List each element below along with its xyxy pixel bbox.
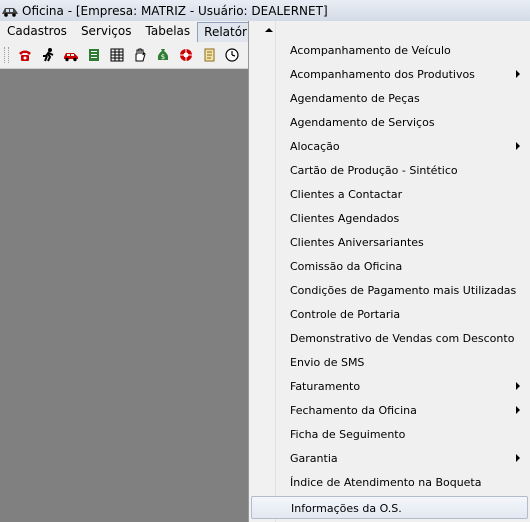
menu-item-agendamento-pecas[interactable]: Agendamento de Peças [251, 87, 528, 110]
document-icon[interactable] [84, 45, 103, 65]
relatorios-dropdown-menu: Acompanhamento de Veículo Acompanhamento… [248, 21, 530, 522]
window-title: Oficina - [Empresa: MATRIZ - Usuário: DE… [22, 3, 328, 18]
menu-item-label: Clientes Agendados [290, 212, 400, 225]
menu-item-label: Clientes a Contactar [290, 188, 403, 201]
submenu-arrow-icon [516, 382, 520, 390]
menu-item-label: Comissão da Oficina [290, 260, 403, 273]
menu-item-clientes-aniversariantes[interactable]: Clientes Aniversariantes [251, 231, 528, 254]
hand-icon[interactable] [130, 45, 149, 65]
menu-item-acompanhamento-veiculo[interactable]: Acompanhamento de Veículo [251, 39, 528, 62]
menu-item-label: Acompanhamento dos Produtivos [290, 68, 475, 81]
menu-item-label: Acompanhamento de Veículo [290, 44, 451, 57]
toolbar: $ [0, 42, 248, 69]
menu-item-controle-portaria[interactable]: Controle de Portaria [251, 303, 528, 326]
clock-icon[interactable] [222, 45, 241, 65]
menu-item-clientes-agendados[interactable]: Clientes Agendados [251, 207, 528, 230]
menu-item-envio-sms[interactable]: Envio de SMS [251, 351, 528, 374]
menu-item-faturamento[interactable]: Faturamento [251, 375, 528, 398]
menu-item-label: Agendamento de Peças [290, 92, 420, 105]
menu-item-label: Ficha de Seguimento [290, 428, 406, 441]
menu-item-label: Agendamento de Serviços [290, 116, 435, 129]
menu-item-label: Fechamento da Oficina [290, 404, 417, 417]
menu-item-label: Controle de Portaria [290, 308, 401, 321]
menu-item-demonstrativo-vendas[interactable]: Demonstrativo de Vendas com Desconto [251, 327, 528, 350]
menu-item-alocacao[interactable]: Alocação [251, 135, 528, 158]
svg-text:$: $ [160, 53, 164, 61]
menu-item-label: Faturamento [290, 380, 361, 393]
menu-item-label: Garantia [290, 452, 338, 465]
submenu-arrow-icon [516, 70, 520, 78]
submenu-arrow-icon [516, 454, 520, 462]
running-man-icon[interactable] [38, 45, 57, 65]
menu-item-agendamento-servicos[interactable]: Agendamento de Serviços [251, 111, 528, 134]
title-bar: Oficina - [Empresa: MATRIZ - Usuário: DE… [0, 0, 530, 22]
scroll-icon[interactable] [199, 45, 218, 65]
money-bag-icon[interactable]: $ [153, 45, 172, 65]
menu-item-garantia[interactable]: Garantia [251, 447, 528, 470]
toolbar-grip[interactable] [4, 47, 9, 63]
menu-item-label: Envio de SMS [290, 356, 365, 369]
menu-item-ficha-seguimento[interactable]: Ficha de Seguimento [251, 423, 528, 446]
menu-cadastros[interactable]: Cadastros [0, 21, 74, 41]
menu-servicos[interactable]: Serviços [74, 21, 139, 41]
menu-item-informacoes-os[interactable]: Informações da O.S. [251, 496, 528, 519]
menu-tabelas[interactable]: Tabelas [139, 21, 198, 41]
car-icon [2, 7, 18, 17]
menu-item-label: Condições de Pagamento mais Utilizadas [290, 284, 517, 297]
grid-icon[interactable] [107, 45, 126, 65]
menu-item-fechamento-oficina[interactable]: Fechamento da Oficina [251, 399, 528, 422]
submenu-arrow-icon [516, 406, 520, 414]
menu-item-label: Alocação [290, 140, 340, 153]
menu-bar: Cadastros Serviços Tabelas Relatórios [0, 21, 271, 42]
phone-icon[interactable] [15, 45, 34, 65]
menu-item-comissao-oficina[interactable]: Comissão da Oficina [251, 255, 528, 278]
menu-item-label: Índice de Atendimento na Boqueta [290, 476, 482, 489]
menu-item-cartao-producao[interactable]: Cartão de Produção - Sintético [251, 159, 528, 182]
menu-item-label: Informações da O.S. [291, 502, 402, 515]
menu-item-label: Clientes Aniversariantes [290, 236, 424, 249]
mdi-workspace [0, 69, 249, 522]
menu-item-label: Cartão de Produção - Sintético [290, 164, 458, 177]
submenu-arrow-icon [516, 142, 520, 150]
menu-item-acompanhamento-produtivos[interactable]: Acompanhamento dos Produtivos [251, 63, 528, 86]
menu-item-indice-atendimento[interactable]: Índice de Atendimento na Boqueta [251, 471, 528, 494]
wheel-icon[interactable] [176, 45, 195, 65]
scroll-up-arrow-icon[interactable] [265, 28, 273, 32]
red-car-icon[interactable] [61, 45, 80, 65]
menu-item-condicoes-pagamento[interactable]: Condições de Pagamento mais Utilizadas [251, 279, 528, 302]
menu-item-clientes-contactar[interactable]: Clientes a Contactar [251, 183, 528, 206]
menu-item-label: Demonstrativo de Vendas com Desconto [290, 332, 515, 345]
